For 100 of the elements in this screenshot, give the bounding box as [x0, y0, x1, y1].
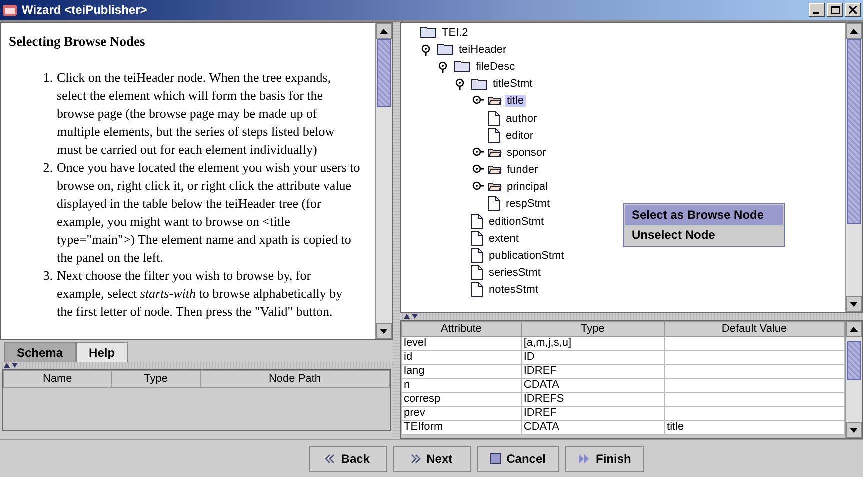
tree-node[interactable]: author [504, 112, 540, 125]
tree-node[interactable]: editionStmt [487, 216, 546, 228]
folder-icon [471, 78, 488, 91]
expanded-handle-icon[interactable] [421, 44, 433, 56]
step-number: 2. [42, 159, 53, 177]
column-header[interactable]: Type [112, 370, 200, 388]
fast-forward-icon [578, 454, 590, 464]
table-cell: lang [402, 364, 522, 378]
down-arrow-icon [850, 428, 858, 432]
tree-node[interactable]: title [505, 95, 526, 108]
window-title: Wizard <teiPublisher> [22, 3, 148, 17]
table-cell: corresp [402, 392, 522, 406]
close-button[interactable] [845, 3, 861, 17]
up-arrow-icon [850, 28, 858, 34]
tree-node[interactable]: fileDesc [474, 60, 518, 73]
tab[interactable]: Help [76, 342, 128, 362]
tree-node[interactable]: respStmt [504, 198, 552, 210]
finish-button[interactable]: Finish [565, 446, 644, 472]
column-header[interactable]: Default Value [664, 322, 844, 336]
scroll-thumb[interactable] [847, 39, 861, 224]
folder-icon [488, 165, 502, 176]
table-cell: title [664, 420, 844, 434]
tree-node[interactable]: teiHeader [457, 44, 509, 56]
column-header[interactable]: Attribute [402, 322, 522, 336]
expanded-handle-icon[interactable] [438, 60, 450, 73]
maximize-icon [830, 6, 840, 14]
table-cell: n [402, 378, 522, 392]
down-arrow-icon [850, 302, 858, 306]
column-header[interactable]: Node Path [200, 370, 390, 388]
expanded-handle-icon[interactable] [455, 78, 467, 90]
scroll-down-button[interactable] [846, 296, 862, 312]
app-icon [2, 2, 18, 18]
collapsed-handle-icon[interactable] [472, 146, 484, 159]
tree-node[interactable]: notesStmt [487, 284, 541, 296]
tree-node[interactable]: TEI.2 [440, 26, 470, 39]
document-icon [471, 214, 484, 230]
folder-icon [454, 60, 471, 74]
split-arrows-icon[interactable] [404, 314, 418, 319]
split-arrows-icon[interactable] [4, 363, 18, 368]
tab[interactable]: Schema [4, 342, 76, 362]
folder-icon [488, 148, 502, 158]
help-step: Next choose the filter you wish to browse by, for example, select starts-with to browse alphabetically by the first letter of node. Then press the "Valid" button. [57, 267, 361, 321]
scroll-up-button[interactable] [846, 23, 862, 39]
menu-item[interactable]: Select as Browse Node [625, 205, 783, 225]
table-cell: CDATA [521, 420, 665, 434]
document-icon [488, 196, 501, 212]
tree-node[interactable]: funder [505, 164, 540, 176]
folder-icon [437, 43, 454, 56]
tree-node[interactable]: publicationStmt [487, 250, 566, 262]
tree-node[interactable]: extent [487, 232, 521, 245]
scroll-up-button[interactable] [376, 23, 392, 39]
table-cell: CDATA [521, 378, 665, 392]
document-icon [471, 282, 484, 298]
help-step: Click on the teiHeader node. When the tree expands, select the element which will form the basis for the browse page (the browse page may be made up of multiple elements, but the series of steps listed below must be carried out for each element individually) [57, 69, 361, 159]
document-icon [471, 230, 484, 247]
tree-node[interactable]: principal [505, 181, 550, 194]
column-header[interactable]: Type [521, 322, 665, 336]
back-chevron-icon [325, 454, 336, 464]
table-cell: ID [521, 350, 665, 364]
scrollbar[interactable] [845, 23, 862, 312]
scroll-thumb[interactable] [377, 39, 391, 108]
up-arrow-icon [380, 28, 388, 34]
scroll-thumb[interactable] [847, 341, 861, 380]
next-button[interactable]: Next [392, 446, 471, 472]
tree-node[interactable]: titleStmt [491, 78, 535, 90]
tree-node[interactable]: editor [504, 130, 536, 142]
table-cell: IDREFS [521, 392, 665, 406]
document-icon [488, 110, 501, 127]
scroll-down-button[interactable] [376, 323, 392, 339]
table-cell: level [402, 336, 522, 350]
column-header[interactable]: Name [4, 370, 112, 388]
step-number: 3. [42, 267, 53, 285]
tree-node[interactable]: seriesStmt [487, 267, 543, 280]
scroll-down-button[interactable] [846, 422, 862, 438]
up-arrow-icon [850, 326, 858, 332]
scrollbar[interactable] [845, 321, 862, 438]
folder-icon [488, 96, 502, 106]
back-button[interactable]: Back [308, 446, 387, 472]
next-chevron-icon [410, 454, 421, 464]
step-number: 1. [42, 69, 53, 87]
close-icon [849, 6, 857, 14]
document-icon [471, 248, 484, 264]
scrollbar[interactable] [375, 23, 392, 339]
help-heading: Selecting Browse Nodes [9, 33, 146, 51]
cancel-button[interactable]: Cancel [476, 446, 559, 472]
table-cell: IDREF [521, 406, 665, 420]
table-cell: id [402, 350, 522, 364]
down-arrow-icon [380, 328, 388, 334]
minimize-button[interactable] [809, 3, 825, 17]
square-icon [490, 453, 501, 464]
folder-icon [420, 26, 437, 40]
table-cell: IDREF [521, 364, 665, 378]
document-icon [471, 265, 484, 282]
table-cell: [a,m,j,s,u] [521, 336, 665, 350]
folder-icon [488, 182, 502, 192]
maximize-button[interactable] [827, 3, 843, 17]
table-cell: TEIform [402, 420, 522, 434]
scroll-up-button[interactable] [846, 321, 862, 337]
document-icon [488, 128, 501, 144]
tree-node[interactable]: sponsor [505, 146, 548, 159]
